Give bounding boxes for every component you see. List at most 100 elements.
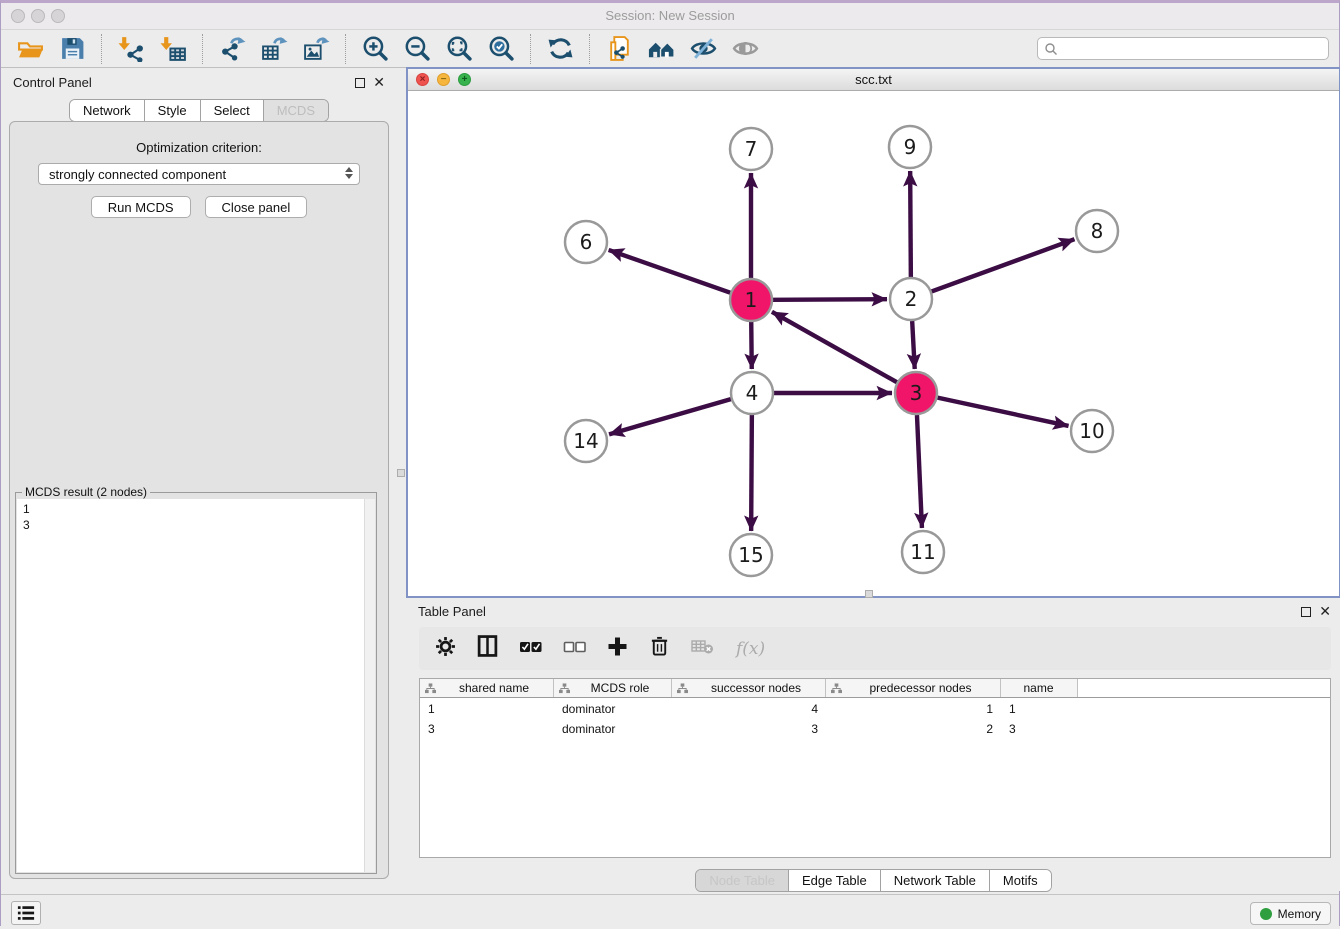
vertical-splitter-handle[interactable] — [397, 469, 405, 477]
node-label-6: 6 — [580, 230, 593, 254]
table-panel-title: Table Panel — [418, 604, 486, 619]
tab-select[interactable]: Select — [200, 100, 263, 121]
column-header-mcds-role[interactable]: MCDS role — [554, 679, 672, 697]
zoom-fit-button[interactable] — [444, 34, 474, 64]
import-table-button[interactable] — [158, 34, 188, 64]
status-bar: Memory — [1, 894, 1339, 929]
toolbar-separator — [589, 34, 590, 64]
scrollbar-track[interactable] — [364, 499, 375, 872]
search-icon — [1044, 42, 1058, 56]
task-history-button[interactable] — [11, 901, 41, 925]
edge-2-9[interactable] — [910, 171, 911, 277]
edge-2-3[interactable] — [912, 321, 915, 369]
select-all-icon — [519, 640, 542, 653]
delete-column-button[interactable] — [649, 635, 670, 662]
column-header-name[interactable]: name — [1001, 679, 1078, 697]
zoom-selected-icon — [488, 35, 515, 62]
optimization-criterion-label: Optimization criterion: — [10, 140, 388, 155]
zoom-out-button[interactable] — [402, 34, 432, 64]
copy-network-button[interactable] — [604, 34, 634, 64]
edge-4-15[interactable] — [751, 415, 752, 531]
save-session-button[interactable] — [57, 34, 87, 64]
tab-edge-table[interactable]: Edge Table — [788, 870, 880, 891]
edge-3-1[interactable] — [772, 312, 897, 382]
export-network-button[interactable] — [217, 34, 247, 64]
close-panel-icon[interactable]: ✕ — [373, 74, 385, 91]
edge-2-8[interactable] — [932, 239, 1075, 291]
search-input[interactable] — [1058, 39, 1328, 58]
export-network-icon — [219, 35, 246, 62]
close-panel-button[interactable]: Close panel — [205, 196, 308, 218]
edge-1-4[interactable] — [751, 322, 752, 369]
mcds-result-title: MCDS result (2 nodes) — [22, 485, 150, 499]
import-table-icon — [160, 35, 187, 62]
import-network-button[interactable] — [116, 34, 146, 64]
dropdown-stepper-icon — [345, 167, 353, 179]
network-window-titlebar[interactable]: × − + scc.txt — [408, 69, 1339, 91]
add-column-button[interactable] — [607, 636, 628, 662]
float-panel-icon[interactable] — [1301, 607, 1311, 617]
cell-shared-name: 3 — [420, 722, 554, 738]
edge-4-14[interactable] — [609, 399, 731, 434]
export-image-button[interactable] — [301, 34, 331, 64]
zoom-in-icon — [362, 35, 389, 62]
run-mcds-button[interactable]: Run MCDS — [91, 196, 191, 218]
tab-mcds[interactable]: MCDS — [263, 100, 328, 121]
control-panel-title: Control Panel — [13, 75, 92, 90]
column-header-successor-nodes[interactable]: successor nodes — [672, 679, 826, 697]
tab-network-table[interactable]: Network Table — [880, 870, 989, 891]
zoom-selected-button[interactable] — [486, 34, 516, 64]
node-label-3: 3 — [910, 381, 923, 405]
close-panel-icon[interactable]: ✕ — [1319, 603, 1331, 620]
memory-button[interactable]: Memory — [1250, 902, 1331, 925]
edge-3-10[interactable] — [938, 398, 1069, 426]
table-row[interactable]: 3 dominator 3 2 3 — [420, 722, 1330, 738]
cell-name: 3 — [1001, 722, 1078, 738]
edge-1-2[interactable] — [773, 299, 887, 300]
network-window-title: scc.txt — [408, 72, 1339, 87]
tab-node-table[interactable]: Node Table — [696, 870, 788, 891]
main-toolbar — [1, 29, 1339, 68]
column-header-shared-name[interactable]: shared name — [420, 679, 554, 697]
table-row[interactable]: 1 dominator 4 1 1 — [420, 702, 1330, 718]
search-field[interactable] — [1037, 37, 1329, 60]
list-icon — [17, 905, 35, 921]
delete-table-button[interactable] — [691, 638, 715, 660]
table-tabs: Node Table Edge Table Network Table Moti… — [406, 869, 1340, 892]
open-file-button[interactable] — [15, 34, 45, 64]
zoom-in-button[interactable] — [360, 34, 390, 64]
memory-status-icon — [1260, 908, 1272, 920]
first-neighbors-button[interactable] — [646, 34, 676, 64]
gear-button[interactable] — [435, 636, 456, 662]
node-label-2: 2 — [905, 287, 918, 311]
node-label-9: 9 — [904, 135, 917, 159]
edge-3-11[interactable] — [917, 415, 922, 528]
copy-network-icon — [606, 35, 633, 62]
network-canvas[interactable]: 7968124314101511 — [408, 91, 1339, 595]
table-toolbar: f(x) — [419, 627, 1331, 670]
split-columns-button[interactable] — [477, 635, 498, 662]
tab-motifs[interactable]: Motifs — [989, 870, 1051, 891]
mcds-result-list[interactable]: 1 3 — [17, 499, 375, 872]
hide-selected-button[interactable] — [688, 34, 718, 64]
delete-table-icon — [691, 638, 715, 655]
tab-style[interactable]: Style — [144, 100, 200, 121]
edge-1-6[interactable] — [609, 250, 731, 293]
select-all-button[interactable] — [519, 640, 542, 658]
float-panel-icon[interactable] — [355, 78, 365, 88]
function-builder-button[interactable]: f(x) — [736, 639, 765, 659]
export-table-button[interactable] — [259, 34, 289, 64]
criterion-dropdown[interactable]: strongly connected component — [38, 163, 360, 185]
refresh-button[interactable] — [545, 34, 575, 64]
deselect-all-button[interactable] — [563, 640, 586, 658]
tree-icon — [677, 683, 688, 694]
horizontal-splitter-handle[interactable] — [865, 590, 873, 598]
mcds-result-box: MCDS result (2 nodes) 1 3 — [15, 492, 377, 874]
network-graph: 7968124314101511 — [408, 91, 1339, 595]
column-header-predecessor-nodes[interactable]: predecessor nodes — [826, 679, 1001, 697]
cell-name: 1 — [1001, 702, 1078, 718]
show-all-icon — [732, 35, 759, 62]
tree-icon — [559, 683, 570, 694]
tab-network[interactable]: Network — [70, 100, 144, 121]
show-all-button[interactable] — [730, 34, 760, 64]
